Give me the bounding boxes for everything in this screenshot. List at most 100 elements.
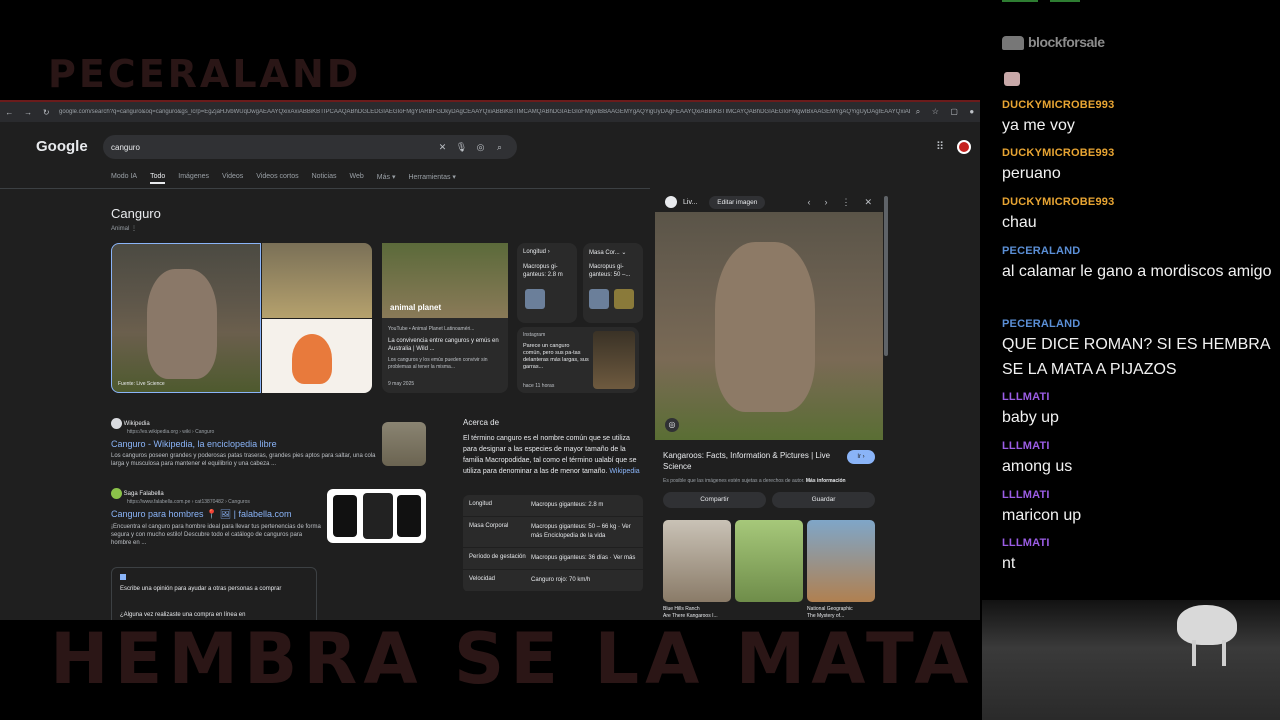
fact-card-heading: Masa Cor... ⌄ <box>589 250 627 256</box>
tab-mas[interactable]: Más ▾ <box>377 173 396 184</box>
result-title-link[interactable]: Canguro para hombres 📍 🖼 | falabella.com <box>111 509 321 520</box>
knowledge-panel-subtitle: Animal ⋮ <box>111 226 138 232</box>
fact-row: Velocidad Canguro rojo: 70 km/h <box>463 570 643 592</box>
viewer-main-image[interactable]: ◎ <box>655 212 883 440</box>
lens-icon[interactable]: ◎ <box>471 142 490 153</box>
tab-todo[interactable]: Todo <box>150 173 166 184</box>
chat-username: DUCKYMICROBE993 <box>1002 99 1115 111</box>
save-button[interactable]: Guardar <box>772 492 875 508</box>
divider <box>1050 0 1080 2</box>
url-text[interactable]: google.com/search?q=canguro&oq=canguro&g… <box>55 109 910 115</box>
instagram-thumbnail <box>593 331 635 389</box>
search-icon[interactable]: ⌕ <box>490 142 509 153</box>
tab-modo-ia[interactable]: Modo IA <box>111 173 137 184</box>
fact-value[interactable]: Macropus giganteus: 36 días · Ver más <box>531 554 637 563</box>
result-title-link[interactable]: Canguro - Wikipedia, la enciclopedia lib… <box>111 439 381 449</box>
chat-text: al calamar le gano a mordiscos amigo <box>1002 263 1272 280</box>
microphone-icon[interactable]: 🎙 <box>452 142 471 153</box>
tabs-divider <box>0 188 650 189</box>
video-card[interactable]: animal planet YouTube • Animal Planet La… <box>382 243 508 393</box>
back-icon[interactable]: ← <box>5 108 13 117</box>
related-image[interactable] <box>663 520 731 602</box>
chat-text: nt <box>1002 555 1016 572</box>
close-icon[interactable]: ✕ <box>864 197 872 208</box>
fact-value[interactable]: Canguro rojo: 70 km/h <box>531 576 637 585</box>
tab-imagenes[interactable]: Imágenes <box>178 173 209 184</box>
related-image[interactable] <box>807 520 875 602</box>
avatar[interactable] <box>957 140 971 154</box>
reload-icon[interactable]: ↻ <box>43 108 50 117</box>
sheep-image <box>1177 605 1237 645</box>
viewer-scrollbar[interactable] <box>884 196 888 356</box>
fact-value[interactable]: Macropus giganteus: 50 – 66 kg · Ver más… <box>531 523 637 541</box>
fact-card-longitud[interactable]: Longitud › Macropus gi-ganteus: 2.8 m <box>517 243 577 323</box>
visit-button[interactable]: Ir › <box>847 450 875 464</box>
video-title[interactable]: La convivencia entre canguros y emús en … <box>388 337 504 353</box>
video-brand: animal planet <box>390 303 442 312</box>
review-prompt-card[interactable]: Escribe una opinión para ayudar a otras … <box>111 567 317 620</box>
edit-image-button[interactable]: Editar imagen <box>709 195 766 209</box>
tab-herramientas[interactable]: Herramientas ▾ <box>408 173 455 184</box>
kangaroo-illustration-image[interactable] <box>262 319 372 393</box>
about-wikipedia-link[interactable]: Wikipedia <box>609 468 639 475</box>
search-tabs: Modo IA Todo Imágenes Videos Videos cort… <box>111 173 469 184</box>
instagram-card[interactable]: Instagram Parece un canguro común, pero … <box>517 327 639 393</box>
divider <box>1002 0 1038 2</box>
result-url: https://www.falabella.com.pe › cat138704… <box>127 499 250 505</box>
image-viewer-panel: Liv... Editar imagen ‹ › ⋮ ✕ ◎ Kangaroos… <box>655 188 888 620</box>
more-icon[interactable]: ⋮ <box>841 197 850 208</box>
kangaroo-image-2[interactable] <box>262 243 372 318</box>
forward-icon[interactable]: → <box>24 108 32 117</box>
share-button[interactable]: Compartir <box>663 492 766 508</box>
prev-icon[interactable]: ‹ <box>807 197 810 208</box>
chat-message: LLLMATI nt <box>1002 537 1272 576</box>
star-icon[interactable]: ☆ <box>932 107 939 117</box>
more-info-link[interactable]: Más información <box>806 478 846 484</box>
kangaroo-cartoon <box>292 334 332 384</box>
fact-thumbnail <box>614 289 634 309</box>
fact-card-masa[interactable]: Masa Cor... ⌄ Macropus gi-ganteus: 50 –.… <box>583 243 643 323</box>
tab-web[interactable]: Web <box>350 173 364 184</box>
next-icon[interactable]: › <box>824 197 827 208</box>
search-query[interactable]: canguro <box>111 143 433 152</box>
fact-card-heading: Longitud › <box>523 249 550 255</box>
tab-videos[interactable]: Videos <box>222 173 243 184</box>
viewer-image-title[interactable]: Kangaroos: Facts, Information & Pictures… <box>663 450 843 472</box>
chat-text: chau <box>1002 214 1037 231</box>
fact-row: Masa Corporal Macropus giganteus: 50 – 66… <box>463 517 643 548</box>
fact-card-value: Macropus gi-ganteus: 2.8 m <box>523 264 563 278</box>
chat-message: LLLMATI baby up <box>1002 391 1272 430</box>
result-snippet: Los canguros poseen grandes y poderosas … <box>111 453 376 467</box>
kangaroo-main-image[interactable]: Fuente: Live Science <box>111 243 261 393</box>
zoom-icon[interactable]: ⌕ <box>916 107 920 117</box>
apps-grid-icon[interactable]: ⠿ <box>936 140 944 153</box>
fact-thumbnail <box>525 289 545 309</box>
chat-brand: blockforsale <box>1002 34 1105 51</box>
fact-value[interactable]: Macropus giganteus: 2.8 m <box>531 501 637 510</box>
source-logo-icon <box>665 196 677 208</box>
search-input[interactable]: canguro ✕ 🎙 ◎ ⌕ <box>103 135 517 159</box>
profile-icon[interactable]: ● <box>969 107 974 117</box>
lens-search-icon[interactable]: ◎ <box>665 418 679 432</box>
extension-icon[interactable]: ▢ <box>950 107 958 117</box>
overlay-ghost-text-bottom: HEMBRA SE LA MATA A F <box>50 618 980 700</box>
bag-image <box>333 495 357 537</box>
google-logo[interactable]: Google <box>36 138 88 155</box>
viewer-source[interactable]: Liv... <box>683 199 697 206</box>
related-image[interactable] <box>735 520 803 602</box>
knowledge-panel-title: Canguro <box>111 206 161 221</box>
about-text: El término canguro es el nombre común qu… <box>463 433 643 477</box>
nav-buttons: ← → ↻ <box>0 108 55 117</box>
review-text: Escribe una opinión para ayudar a otras … <box>120 586 282 592</box>
chat-message: PECERALAND QUE DICE ROMAN? SI ES HEMBRA … <box>1002 318 1272 382</box>
clear-icon[interactable]: ✕ <box>433 142 452 153</box>
chat-username: DUCKYMICROBE993 <box>1002 196 1115 208</box>
tab-noticias[interactable]: Noticias <box>312 173 337 184</box>
result-thumbnail[interactable] <box>382 422 426 466</box>
result-site: Saga Falabella <box>123 491 164 498</box>
tab-videos-cortos[interactable]: Videos cortos <box>256 173 298 184</box>
search-result-wikipedia: Wikipedia https://es.wikipedia.org › wik… <box>111 418 381 468</box>
product-thumbnail[interactable] <box>327 489 426 543</box>
emote-icon <box>1004 72 1020 86</box>
chat-username: LLLMATI <box>1002 391 1050 403</box>
